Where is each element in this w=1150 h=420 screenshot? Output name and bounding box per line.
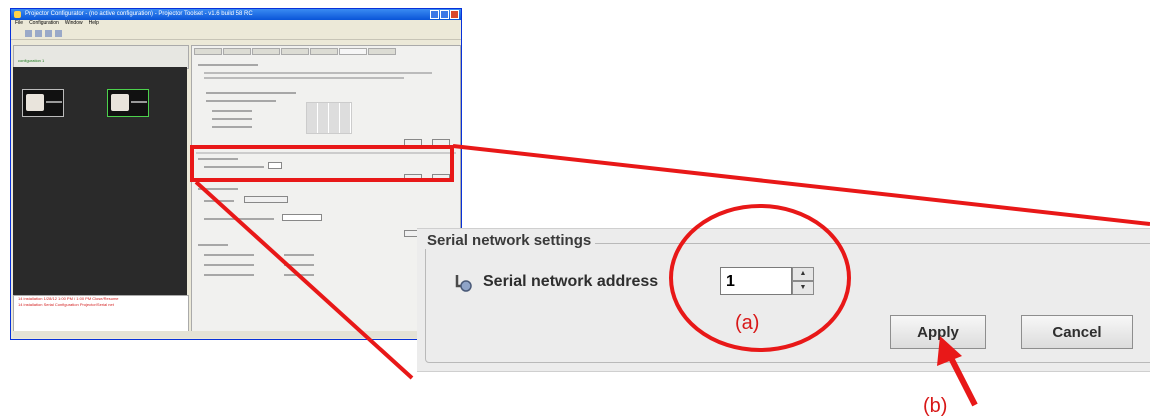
log-panel: 14 installation 1/28/12 1:00 PM / 1:00 P… [13,295,189,333]
projector-icon [111,94,129,111]
tool-icon[interactable] [55,29,62,37]
new-icon[interactable] [25,29,32,37]
serial-network-panel: Serial network settings Serial network a… [417,228,1150,372]
projector-thumbnail-selected[interactable] [107,89,149,117]
menu-window[interactable]: Window [65,20,83,27]
highlight-box [190,145,454,182]
menu-file[interactable]: File [15,20,23,27]
tab[interactable] [223,48,251,55]
spinner-small[interactable] [282,214,322,221]
configuration-label: configuration 1 [18,58,45,63]
window-controls [430,10,459,19]
tab[interactable] [310,48,338,55]
configuration-header: configuration 1 [13,45,189,69]
toolbar [11,27,461,40]
menu-help[interactable]: Help [89,20,99,27]
annotation-label-b: (b) [923,395,948,417]
ip-address-fields[interactable] [306,102,352,134]
projector-thumbnail[interactable] [22,89,64,117]
cancel-button[interactable]: Cancel [1021,315,1133,349]
menu-configuration[interactable]: Configuration [29,20,59,27]
close-icon[interactable] [450,10,459,19]
serial-address-label: Serial network address [483,273,659,290]
spinner-down-icon[interactable]: ▼ [792,281,814,295]
open-icon[interactable] [35,29,42,37]
projector-icon [26,94,44,111]
tab[interactable] [281,48,309,55]
app-icon [14,11,21,18]
log-line: 14 installation Serial Configuration Pro… [18,302,114,307]
dropdown-small[interactable] [244,196,288,203]
annotation-label-a: (a) [735,312,760,334]
serial-network-icon [455,275,472,292]
tab[interactable] [194,48,222,55]
maximize-icon[interactable] [440,10,449,19]
group-title: Serial network settings [425,232,596,249]
apply-button[interactable]: Apply [890,315,986,349]
window-title: Projector Configurator - (no active conf… [25,11,253,17]
tab-communication[interactable] [339,48,367,55]
minimize-icon[interactable] [430,10,439,19]
tab[interactable] [252,48,280,55]
serial-address-input[interactable]: 1 [720,267,792,295]
callout-line-top [452,144,1150,226]
window-titlebar: Projector Configurator - (no active conf… [11,9,461,20]
spinner-up-icon[interactable]: ▲ [792,267,814,281]
status-bar [13,331,459,338]
tab[interactable] [368,48,396,55]
settings-tabs [192,46,460,55]
save-icon[interactable] [45,29,52,37]
menu-bar: File Configuration Window Help [11,20,461,27]
projector-view [13,67,187,295]
